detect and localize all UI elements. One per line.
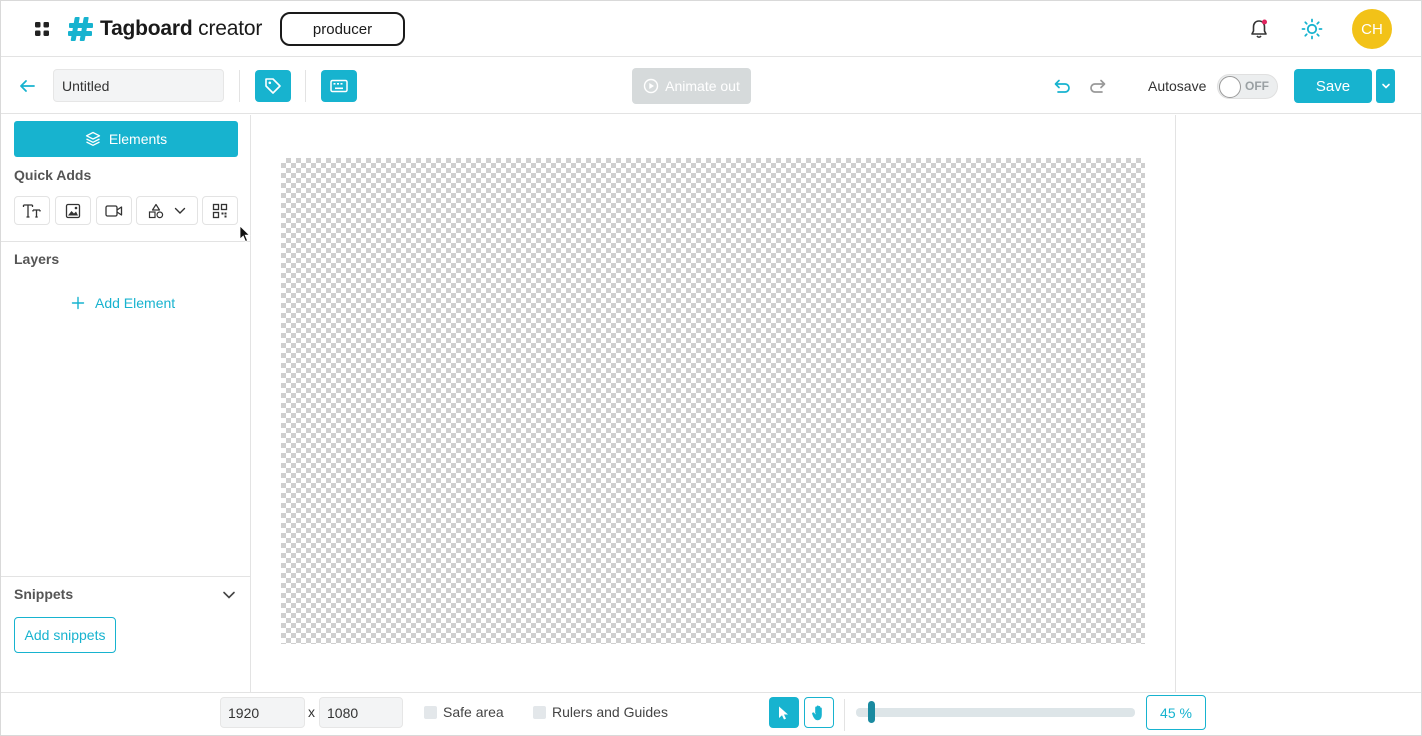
rulers-guides-label: Rulers and Guides <box>552 704 668 720</box>
hand-icon <box>812 704 822 720</box>
pointer-icon <box>779 706 788 719</box>
dimension-separator: x <box>308 704 315 720</box>
snippets-title: Snippets <box>14 586 74 602</box>
add-snippets-button[interactable]: Add snippets <box>14 617 116 653</box>
video-icon <box>105 204 123 217</box>
tag-button[interactable] <box>255 70 291 102</box>
role-button[interactable]: producer <box>280 12 405 46</box>
safe-area-label: Safe area <box>443 704 504 720</box>
bottom-bar: x Safe area Rulers and Guides 45 % <box>1 692 1421 735</box>
chevron-down-icon <box>174 207 186 214</box>
quick-adds-title: Quick Adds <box>14 167 92 183</box>
left-panel: Elements Quick Adds Layers Add Element S… <box>1 115 251 692</box>
top-nav: Tagboard creator producer CH <box>1 1 1421 57</box>
save-options-button[interactable] <box>1376 69 1395 103</box>
elements-label: Elements <box>108 131 168 147</box>
autosave-label: Autosave <box>1148 78 1207 94</box>
pan-mode-button[interactable] <box>804 697 834 728</box>
safe-area-checkbox[interactable] <box>424 706 437 719</box>
select-mode-button[interactable] <box>769 697 799 728</box>
hashtag-logo-icon <box>68 17 93 41</box>
brand-logo[interactable]: Tagboard creator <box>68 15 262 43</box>
keyboard-icon <box>330 79 348 93</box>
zoom-level-input[interactable]: 45 % <box>1146 695 1206 730</box>
back-arrow-icon[interactable] <box>18 77 36 95</box>
canvas-width-input[interactable] <box>220 697 305 728</box>
toolbar-divider <box>305 70 306 102</box>
notification-bell-icon[interactable] <box>1248 18 1270 40</box>
save-button[interactable]: Save <box>1294 69 1372 103</box>
brand-name: Tagboard creator <box>100 17 263 40</box>
play-circle-icon <box>643 78 659 94</box>
toggle-knob <box>1219 76 1241 98</box>
redo-icon[interactable] <box>1089 76 1109 96</box>
plus-icon <box>71 296 85 310</box>
app-window: Tagboard creator producer CH Untitled An… <box>0 0 1422 736</box>
layers-icon <box>85 131 100 146</box>
autosave-state: OFF <box>1245 79 1269 93</box>
properties-panel <box>1175 115 1421 692</box>
editor-toolbar: Animate out Autosave OFF Save <box>1 58 1421 114</box>
layers-title: Layers <box>14 251 60 267</box>
animate-out-button[interactable]: Animate out <box>632 68 751 104</box>
image-icon <box>65 203 81 218</box>
mouse-cursor-icon <box>239 225 251 243</box>
graphic-title-input[interactable] <box>53 69 224 102</box>
chevron-down-icon <box>1381 83 1390 89</box>
animate-out-label: Animate out <box>665 78 740 94</box>
add-text-button[interactable] <box>14 196 50 225</box>
add-video-button[interactable] <box>96 196 132 225</box>
apps-grid-icon[interactable] <box>34 21 50 37</box>
canvas-height-input[interactable] <box>319 697 403 728</box>
add-image-button[interactable] <box>55 196 91 225</box>
tag-icon <box>265 78 281 94</box>
panel-divider <box>1 576 250 577</box>
add-shape-dropdown[interactable] <box>136 196 198 225</box>
bottom-divider <box>844 699 845 731</box>
elements-tab-button[interactable]: Elements <box>14 121 238 157</box>
autosave-toggle[interactable]: OFF <box>1217 74 1278 99</box>
zoom-slider-track[interactable] <box>856 708 1135 717</box>
text-icon <box>22 203 41 218</box>
undo-icon[interactable] <box>1051 76 1071 96</box>
qr-code-icon <box>212 203 228 218</box>
add-element-button[interactable]: Add Element <box>71 295 175 311</box>
theme-sun-icon[interactable] <box>1301 18 1323 40</box>
add-qr-code-button[interactable] <box>202 196 238 225</box>
add-element-label: Add Element <box>95 295 176 311</box>
canvas-workspace[interactable] <box>251 115 1175 692</box>
rulers-guides-checkbox[interactable] <box>533 706 546 719</box>
snippets-collapse-chevron-icon[interactable] <box>222 588 236 602</box>
graphic-canvas[interactable] <box>281 158 1145 644</box>
panel-divider <box>1 241 250 242</box>
user-avatar[interactable]: CH <box>1352 9 1392 49</box>
zoom-slider-thumb[interactable] <box>868 701 875 723</box>
shapes-icon <box>148 203 164 218</box>
keyboard-shortcuts-button[interactable] <box>321 70 357 102</box>
toolbar-divider <box>239 70 240 102</box>
